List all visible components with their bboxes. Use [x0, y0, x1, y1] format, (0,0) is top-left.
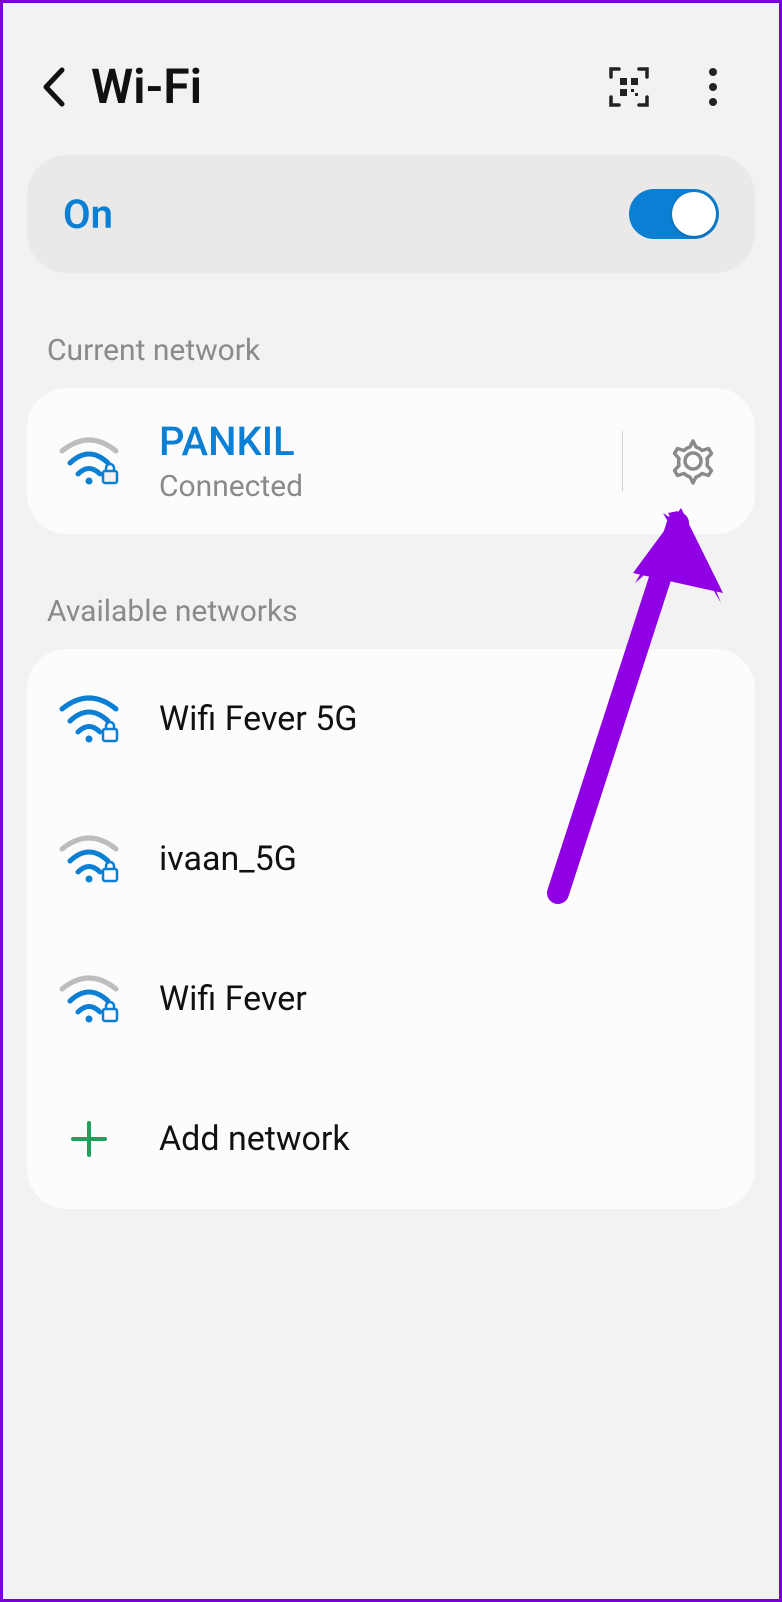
qr-code-icon [609, 67, 649, 107]
network-name: ivaan_5G [159, 839, 723, 879]
add-network-row[interactable]: Add network [27, 1069, 755, 1209]
network-info: ivaan_5G [159, 839, 723, 879]
network-info: PANKIL Connected [159, 418, 582, 504]
network-info: Wifi Fever [159, 979, 723, 1019]
back-button[interactable] [33, 67, 73, 107]
available-networks-section-label: Available networks [3, 534, 779, 649]
network-name: Wifi Fever [159, 979, 723, 1019]
current-network-card: PANKIL Connected [27, 388, 755, 534]
available-networks-card: Wifi Fever 5G ivaan_5G Wifi Fever [27, 649, 755, 1209]
wifi-toggle-card: On [27, 155, 755, 273]
current-network-section-label: Current network [3, 273, 779, 388]
page-title: Wi-Fi [91, 58, 589, 115]
header: Wi-Fi [3, 3, 779, 155]
header-actions [607, 65, 735, 109]
available-network-row[interactable]: Wifi Fever 5G [27, 649, 755, 789]
qr-scan-button[interactable] [607, 65, 651, 109]
network-status: Connected [159, 469, 582, 504]
more-vert-icon [708, 67, 718, 107]
chevron-left-icon [40, 66, 66, 108]
wifi-toggle-label: On [63, 191, 113, 238]
wifi-toggle-switch[interactable] [629, 189, 719, 239]
network-name: PANKIL [159, 418, 582, 465]
network-settings-button[interactable] [663, 431, 723, 491]
wifi-secure-icon [59, 835, 119, 883]
wifi-secure-icon [59, 437, 119, 485]
network-info: Add network [159, 1119, 723, 1159]
wifi-secure-icon [59, 975, 119, 1023]
more-options-button[interactable] [691, 65, 735, 109]
divider [622, 431, 623, 491]
network-name: Wifi Fever 5G [159, 699, 723, 739]
plus-icon [64, 1114, 114, 1164]
available-network-row[interactable]: Wifi Fever [27, 929, 755, 1069]
wifi-secure-icon [59, 695, 119, 743]
available-network-row[interactable]: ivaan_5G [27, 789, 755, 929]
gear-icon [668, 436, 718, 486]
add-network-label: Add network [159, 1119, 723, 1159]
network-info: Wifi Fever 5G [159, 699, 723, 739]
current-network-row[interactable]: PANKIL Connected [27, 388, 755, 534]
